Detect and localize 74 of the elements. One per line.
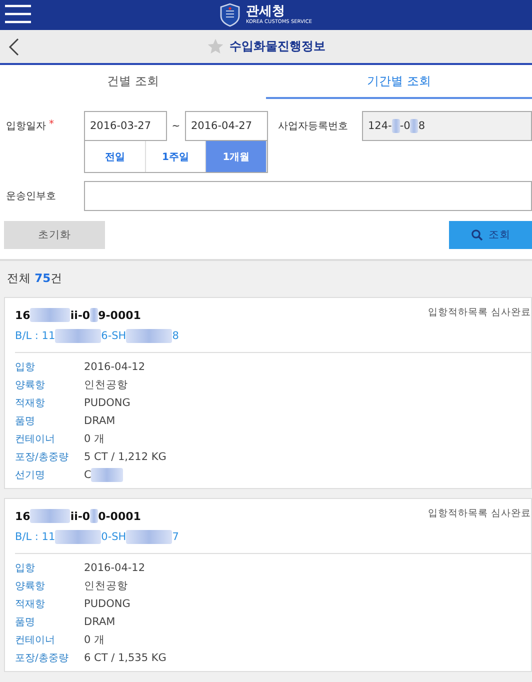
field-label: 선기명 — [15, 469, 46, 482]
redaction-blur — [55, 530, 102, 544]
reset-button[interactable]: 초기화 — [4, 221, 105, 249]
redaction-blur — [30, 509, 70, 523]
redaction-blur — [126, 329, 172, 343]
redaction-blur — [90, 509, 98, 523]
cargo-number: 16 — [15, 308, 30, 322]
cargo-number: 9-0001 — [98, 308, 141, 322]
tab[interactable]: 기간별 조회 — [266, 65, 532, 99]
cargo-number: 0-0001 — [98, 510, 141, 522]
carrier-code-field[interactable] — [84, 181, 532, 211]
field-label: 컨테이너 — [15, 634, 56, 647]
page-title: 수입화물진행정보 — [230, 38, 326, 55]
bl-number: B/L : 11 — [15, 531, 56, 543]
logo-title: 관세청 — [246, 5, 286, 18]
status-text: 입항적하목록 심사완료 — [428, 507, 531, 520]
redaction-blur — [126, 530, 172, 544]
field-value: DRAM — [84, 415, 116, 427]
cargo-number: ii-0 — [70, 510, 90, 522]
field-label: 품명 — [15, 616, 36, 629]
field-value: C — [84, 469, 92, 481]
status-text: 입항적하목록 심사완료 — [428, 306, 531, 319]
tab[interactable]: 건별 조회 — [0, 65, 266, 99]
field-label: 품명 — [15, 415, 36, 428]
field-label: 적재항 — [15, 598, 46, 611]
cargo-number: 16 — [15, 510, 30, 522]
redaction-blur — [90, 308, 98, 322]
field-label: 운송인부호 — [5, 190, 57, 203]
search-button[interactable]: 조회 — [449, 221, 532, 249]
menu-button[interactable] — [5, 4, 31, 24]
field-value: 인천공항 — [84, 378, 128, 392]
date-field[interactable]: 2016-03-27 — [84, 111, 167, 141]
bl-number: 8 — [172, 330, 179, 342]
bl-number: B/L : 11 — [15, 330, 56, 342]
field-value: 2016-04-12 — [84, 562, 146, 574]
field-label: 양륙항 — [15, 379, 46, 392]
field-label: 포장/총중량 — [15, 652, 70, 665]
search-icon — [470, 229, 482, 241]
field-label: 양륙항 — [15, 580, 46, 593]
cargo-number: ii-0 — [70, 308, 90, 322]
result-count: 전체 75건 — [6, 270, 64, 287]
bl-number: 6-SH — [101, 330, 126, 342]
bl-number: 7 — [172, 531, 179, 543]
star-icon[interactable] — [206, 38, 224, 55]
range-separator: ~ — [170, 120, 182, 132]
field-value: DRAM — [84, 616, 116, 628]
field-label: 입항 — [15, 361, 36, 374]
date-field[interactable]: 2016-04-27 — [185, 111, 268, 141]
business-number-field[interactable]: 124- -0 8 — [362, 111, 532, 141]
field-value: 2016-04-12 — [84, 361, 146, 373]
redaction-blur — [30, 308, 70, 322]
field-value: 0 개 — [84, 633, 106, 647]
field-value: 6 CT / 1,535 KG — [84, 652, 166, 664]
field-label: 컨테이너 — [15, 433, 56, 446]
required-mark: * — [49, 119, 54, 132]
back-icon — [8, 38, 20, 56]
bl-number: 0-SH — [101, 531, 126, 543]
field-value: PUDONG — [84, 397, 130, 409]
field-value: 5 CT / 1,212 KG — [84, 451, 166, 463]
redaction-blur — [91, 468, 124, 482]
field-value: 0 개 — [84, 432, 106, 446]
field-label: 포장/총중량 — [15, 451, 70, 464]
back-button[interactable] — [8, 38, 20, 56]
redaction-blur — [55, 329, 102, 343]
field-label: 적재항 — [15, 397, 46, 410]
field-value: 인천공항 — [84, 579, 128, 593]
field-label: 입항일자 — [6, 120, 46, 133]
shield-logo-icon — [220, 3, 240, 27]
cargo-card[interactable]: 16 ii-0 9-0001 입항적하목록 심사완료 B/L : 11 6-SH 8 입항 2016-04-12 양륙항 인천공항 적재항 PUDONG 품명 DRAM 컨테이너 0 개 포장/총중량 5 CT / 1,212 KG 선기명 C — [4, 297, 532, 489]
field-label: 사업자등록번호 — [277, 120, 349, 133]
field-label: 입항 — [15, 562, 36, 575]
menu-icon — [5, 4, 31, 24]
field-value: PUDONG — [84, 598, 130, 610]
cargo-card[interactable]: 16 ii-0 0-0001 입항적하목록 심사완료 B/L : 11 0-SH 7 입항 2016-04-12 양륙항 인천공항 적재항 PUDONG 품명 DRAM 컨테이너 0 개 포장/총중량 6 CT / 1,535 KG — [4, 498, 532, 672]
